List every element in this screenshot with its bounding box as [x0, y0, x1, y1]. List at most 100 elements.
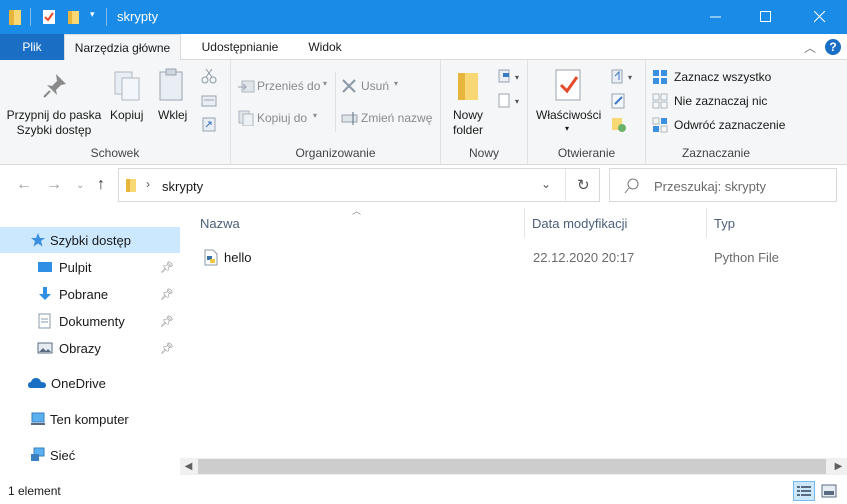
pin-quick-access-button[interactable]: Przypnij do paska Szybki dostęp	[4, 68, 104, 144]
customize-quick-access-icon[interactable]: ▾	[90, 9, 95, 20]
refresh-icon[interactable]: ↻	[577, 176, 590, 194]
delete-button[interactable]: Usuń ▾	[341, 76, 411, 96]
maximize-icon	[760, 11, 771, 22]
nav-this-pc[interactable]: Ten komputer	[0, 406, 180, 432]
nav-network[interactable]: Sieć	[0, 442, 180, 468]
copy-button[interactable]: Kopiuj	[108, 68, 146, 128]
nav-item-desktop[interactable]: Pulpit 📌︎	[0, 254, 180, 280]
recent-locations-chevron-icon[interactable]: ⌄	[76, 180, 84, 191]
minimize-icon	[710, 16, 721, 18]
open-icon[interactable]: ▾	[610, 68, 636, 86]
file-name: hello	[224, 250, 252, 265]
pinned-icon: 📌︎	[160, 261, 174, 274]
column-header-name[interactable]: Nazwa	[200, 213, 240, 235]
cut-icon[interactable]	[201, 68, 217, 84]
scroll-right-arrow-icon[interactable]: ▶	[830, 458, 847, 475]
minimize-button[interactable]	[693, 0, 739, 34]
file-list-pane	[180, 206, 847, 458]
horizontal-scrollbar[interactable]: ◀ ▶	[180, 458, 847, 475]
large-icons-view-button[interactable]	[818, 481, 840, 501]
properties-button[interactable]: Właściwości ▾	[532, 66, 606, 144]
pictures-icon	[37, 342, 53, 354]
ribbon-tab-bar: Plik Narzędzia główne Udostępnianie Wido…	[0, 34, 847, 61]
select-none-label: Nie zaznaczaj nic	[674, 94, 768, 108]
search-placeholder: Przeszukaj: skrypty	[654, 179, 766, 194]
copy-to-dropdown-icon: ▾	[313, 111, 318, 120]
open-group-label: Otwieranie	[557, 146, 616, 160]
documents-icon	[38, 313, 51, 329]
nav-this-pc-label: Ten komputer	[50, 411, 129, 427]
back-arrow-icon[interactable]: ←	[16, 176, 32, 194]
new-folder-icon	[458, 73, 478, 100]
pinned-icon: 📌︎	[160, 342, 174, 355]
column-divider[interactable]	[524, 208, 525, 238]
history-icon[interactable]	[610, 116, 628, 134]
svg-text:▾: ▾	[515, 73, 519, 82]
nav-item-label: Pobrane	[59, 286, 109, 302]
nav-item-documents[interactable]: Dokumenty 📌︎	[0, 308, 180, 334]
new-item-icon[interactable]: ▾	[497, 68, 523, 86]
select-none-button[interactable]: Nie zaznaczaj nic	[652, 92, 784, 110]
desktop-icon	[38, 262, 52, 272]
star-icon	[31, 233, 45, 247]
pinned-icon: 📌︎	[160, 288, 174, 301]
copy-to-icon	[238, 110, 254, 126]
column-header-modified[interactable]: Data modyfikacji	[532, 213, 627, 235]
scrollbar-thumb[interactable]	[198, 459, 826, 474]
item-count: 1 element	[8, 484, 61, 498]
organize-group: Przenieś do ▾ Kopiuj do ▾ Usuń ▾ Zmień n…	[231, 60, 441, 165]
delete-label: Usuń	[361, 79, 390, 93]
new-folder-button[interactable]: Nowy folder	[445, 66, 491, 144]
copy-to-button[interactable]: Kopiuj do ▾	[237, 108, 329, 128]
nav-item-label: Dokumenty	[59, 313, 125, 329]
folder-icon	[126, 179, 136, 192]
details-view-button[interactable]	[793, 481, 815, 501]
search-box[interactable]: Przeszukaj: skrypty	[609, 168, 837, 202]
python-file-icon	[204, 249, 218, 266]
scroll-left-arrow-icon[interactable]: ◀	[180, 458, 197, 475]
select-all-button[interactable]: Zaznacz wszystko	[652, 68, 784, 86]
forward-arrow-icon[interactable]: →	[46, 176, 62, 194]
paste-shortcut-icon[interactable]	[201, 116, 217, 132]
address-dropdown-icon[interactable]: ⌄	[541, 177, 551, 191]
move-to-button[interactable]: Przenieś do ▾	[237, 76, 329, 96]
tab-file[interactable]: Plik	[0, 34, 64, 60]
invert-selection-button[interactable]: Odwróć zaznaczenie	[652, 116, 785, 134]
easy-access-icon[interactable]: ▾	[497, 92, 523, 110]
select-all-label: Zaznacz wszystko	[674, 70, 772, 84]
search-icon	[624, 178, 639, 194]
address-box[interactable]: › skrypty ⌄ ↻	[118, 168, 600, 202]
delete-x-icon	[342, 79, 356, 93]
tab-view[interactable]: Widok	[295, 34, 355, 60]
paste-button[interactable]: Wklej	[152, 68, 192, 128]
nav-item-downloads[interactable]: Pobrane 📌︎	[0, 281, 180, 307]
title-bar: ▾ skrypty	[0, 0, 847, 34]
close-button[interactable]	[797, 0, 843, 34]
tab-share[interactable]: Udostępnianie	[190, 34, 290, 60]
svg-text:▾: ▾	[515, 97, 519, 106]
nav-item-label: Pulpit	[59, 259, 92, 275]
column-divider[interactable]	[706, 208, 707, 238]
move-to-icon	[238, 80, 255, 93]
maximize-button[interactable]	[743, 0, 789, 34]
nav-onedrive[interactable]: OneDrive	[0, 370, 180, 396]
properties-check-icon[interactable]	[42, 8, 58, 26]
edit-icon[interactable]	[610, 92, 628, 110]
cloud-icon	[28, 378, 46, 388]
rename-button[interactable]: Zmień nazwę	[341, 108, 437, 128]
status-bar: 1 element	[0, 478, 847, 504]
column-header-type[interactable]: Typ	[714, 213, 735, 235]
pin-icon	[43, 74, 66, 98]
breadcrumb-current[interactable]: skrypty	[162, 179, 203, 194]
breadcrumb-chevron-icon[interactable]: ›	[146, 177, 150, 191]
nav-quick-access[interactable]: Szybki dostęp	[0, 227, 180, 253]
nav-item-pictures[interactable]: Obrazy 📌︎	[0, 335, 180, 361]
up-arrow-icon[interactable]: ↑	[97, 176, 105, 194]
new-folder-icon[interactable]	[66, 8, 82, 26]
help-icon[interactable]: ?	[824, 38, 842, 56]
nav-network-label: Sieć	[50, 447, 76, 463]
tab-home[interactable]: Narzędzia główne	[64, 34, 181, 61]
copy-path-icon[interactable]	[201, 94, 217, 108]
collapse-ribbon-icon[interactable]: ︿	[804, 39, 816, 56]
sort-ascending-icon: ︿	[352, 206, 362, 216]
